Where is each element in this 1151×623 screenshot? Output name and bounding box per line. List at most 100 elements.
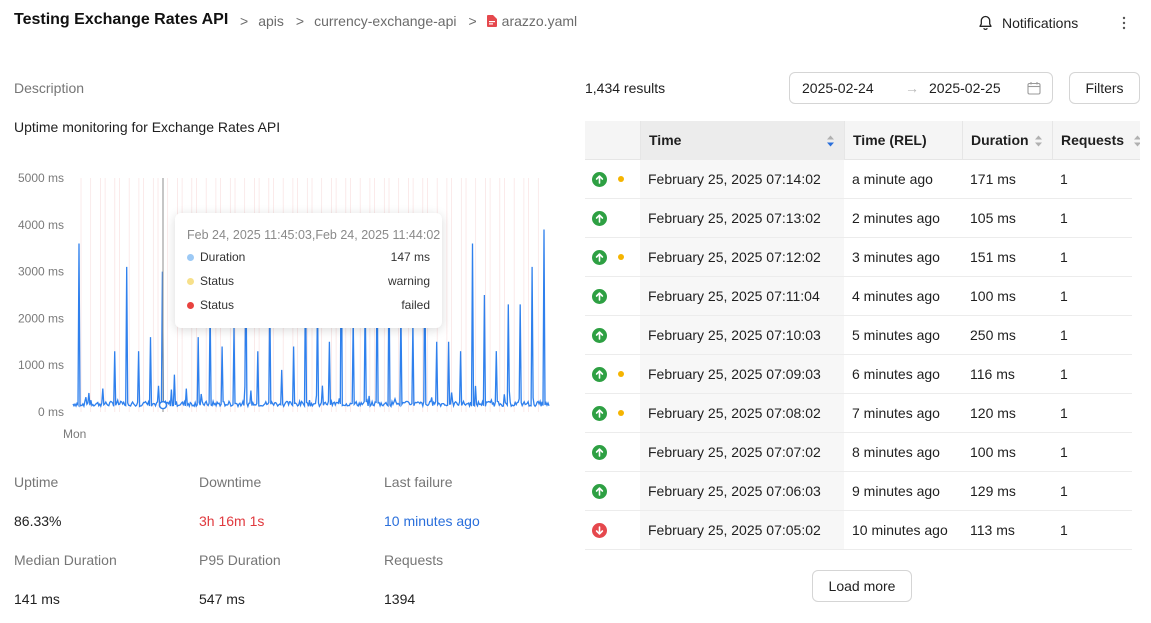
breadcrumb-item-currency-exchange-api[interactable]: currency-exchange-api: [314, 13, 456, 29]
sort-icon[interactable]: [1034, 134, 1043, 148]
load-more-button[interactable]: Load more: [812, 570, 912, 602]
y-tick-label: 0 ms: [38, 405, 64, 419]
table-header: Time Time (REL) Duration Requests: [585, 121, 1140, 160]
y-tick-label: 4000 ms: [18, 218, 64, 232]
cell-requests: 1: [1060, 171, 1068, 187]
cell-requests: 1: [1060, 522, 1068, 538]
status-cell: [585, 199, 640, 237]
cell-time: February 25, 2025 07:09:03: [648, 366, 821, 382]
cell-duration: 250 ms: [970, 327, 1016, 343]
cell-time-rel: 2 minutes ago: [852, 210, 940, 226]
table-row[interactable]: February 25, 2025 07:09:03 6 minutes ago 1…: [585, 355, 1132, 394]
calendar-icon[interactable]: [1027, 81, 1041, 95]
more-options-icon[interactable]: [1116, 14, 1132, 32]
cell-duration: 129 ms: [970, 483, 1016, 499]
legend-dot-failed: [187, 301, 194, 309]
column-header-duration[interactable]: Duration: [962, 121, 1052, 160]
tooltip-label: Status: [200, 298, 235, 312]
status-cell: [585, 394, 640, 432]
results-count: 1,434 results: [585, 80, 666, 96]
table-row[interactable]: February 25, 2025 07:10:03 5 minutes ago 2…: [585, 316, 1132, 355]
stat-downtime-value: 3h 16m 1s: [199, 513, 265, 529]
filters-button[interactable]: Filters: [1069, 72, 1140, 104]
cell-duration: 116 ms: [970, 366, 1015, 382]
description-label: Description: [14, 80, 85, 96]
table-row[interactable]: February 25, 2025 07:14:02 a minute ago 17…: [585, 160, 1132, 199]
y-tick-label: 1000 ms: [18, 358, 64, 372]
status-up-icon: [592, 406, 607, 421]
cell-time: February 25, 2025 07:14:02: [648, 171, 821, 187]
notifications-button[interactable]: Notifications: [978, 15, 1078, 31]
status-cell: [585, 511, 640, 549]
cell-time: February 25, 2025 07:13:02: [648, 210, 821, 226]
stat-median-duration-value: 141 ms: [14, 591, 60, 607]
cell-time-rel: 5 minutes ago: [852, 327, 940, 343]
chart-tooltip: Feb 24, 2025 11:45:03,Feb 24, 2025 11:44…: [175, 213, 442, 328]
date-to-input[interactable]: 2025-02-25: [929, 80, 1001, 96]
stat-downtime-label: Downtime: [199, 474, 262, 490]
cell-duration: 105 ms: [970, 210, 1016, 226]
table-row[interactable]: February 25, 2025 07:12:02 3 minutes ago 1…: [585, 238, 1132, 277]
breadcrumb-item-apis[interactable]: apis: [258, 13, 284, 29]
status-cell: [585, 355, 640, 393]
tooltip-row-duration: Duration 147 ms: [187, 250, 430, 264]
stat-uptime-value: 86.33%: [14, 513, 62, 529]
column-header-time-rel[interactable]: Time (REL): [844, 121, 962, 160]
table-row[interactable]: February 25, 2025 07:05:02 10 minutes ago…: [585, 511, 1132, 550]
breadcrumb: > apis > currency-exchange-api > arazzo.…: [240, 13, 589, 29]
column-header-time[interactable]: Time: [640, 121, 844, 160]
tooltip-row-failed: Status failed: [187, 298, 430, 312]
cell-time-rel: 7 minutes ago: [852, 405, 940, 421]
cell-time-rel: 6 minutes ago: [852, 366, 940, 382]
status-up-icon: [592, 250, 607, 265]
sort-icon[interactable]: [1133, 134, 1140, 148]
stat-last-failure-label: Last failure: [384, 474, 453, 490]
breadcrumb-item-file[interactable]: arazzo.yaml: [502, 13, 577, 29]
cell-time: February 25, 2025 07:10:03: [648, 327, 821, 343]
y-tick-label: 5000 ms: [18, 171, 64, 185]
tooltip-label: Status: [200, 274, 235, 288]
tooltip-value: 147 ms: [390, 250, 430, 264]
y-tick-label: 2000 ms: [18, 311, 64, 325]
date-range-picker[interactable]: 2025-02-24 → 2025-02-25: [789, 72, 1053, 104]
status-cell: [585, 433, 640, 471]
cell-time-rel: 4 minutes ago: [852, 288, 940, 304]
table-row[interactable]: February 25, 2025 07:11:04 4 minutes ago 1…: [585, 277, 1132, 316]
warning-dot: [618, 254, 624, 260]
cell-time: February 25, 2025 07:05:02: [648, 522, 821, 538]
stat-last-failure-link[interactable]: 10 minutes ago: [384, 513, 480, 529]
table-row[interactable]: February 25, 2025 07:08:02 7 minutes ago 1…: [585, 394, 1132, 433]
table-row[interactable]: February 25, 2025 07:07:02 8 minutes ago 1…: [585, 433, 1132, 472]
stat-median-duration-label: Median Duration: [14, 552, 117, 568]
cell-time-rel: 9 minutes ago: [852, 483, 940, 499]
table-row[interactable]: February 25, 2025 07:13:02 2 minutes ago 1…: [585, 199, 1132, 238]
tooltip-value: failed: [401, 298, 430, 312]
table-row[interactable]: February 25, 2025 07:06:03 9 minutes ago 1…: [585, 472, 1132, 511]
date-from-input[interactable]: 2025-02-24: [802, 80, 874, 96]
cell-time: February 25, 2025 07:08:02: [648, 405, 821, 421]
status-up-icon: [592, 367, 607, 382]
tooltip-title: Feb 24, 2025 11:45:03,Feb 24, 2025 11:44…: [187, 228, 441, 242]
breadcrumb-separator: >: [295, 13, 305, 29]
status-cell: [585, 277, 640, 315]
cell-time-rel: a minute ago: [852, 171, 933, 187]
cell-requests: 1: [1060, 210, 1068, 226]
hover-point-marker: [158, 400, 168, 410]
cell-requests: 1: [1060, 288, 1068, 304]
warning-dot: [618, 176, 624, 182]
column-header-label: Time: [649, 132, 682, 148]
cell-requests: 1: [1060, 249, 1068, 265]
status-up-icon: [592, 211, 607, 226]
status-cell: [585, 472, 640, 510]
cell-requests: 1: [1060, 405, 1068, 421]
breadcrumb-separator: >: [240, 13, 249, 29]
page-title: Testing Exchange Rates API: [14, 11, 229, 28]
header: Testing Exchange Rates API > apis > curr…: [0, 0, 1151, 46]
stat-requests-label: Requests: [384, 552, 444, 568]
status-up-icon: [592, 484, 607, 499]
column-header-requests[interactable]: Requests: [1052, 121, 1140, 160]
warning-dot: [618, 410, 624, 416]
stat-uptime-label: Uptime: [14, 474, 59, 490]
sort-desc-icon[interactable]: [826, 134, 835, 148]
cell-time-rel: 3 minutes ago: [852, 249, 940, 265]
